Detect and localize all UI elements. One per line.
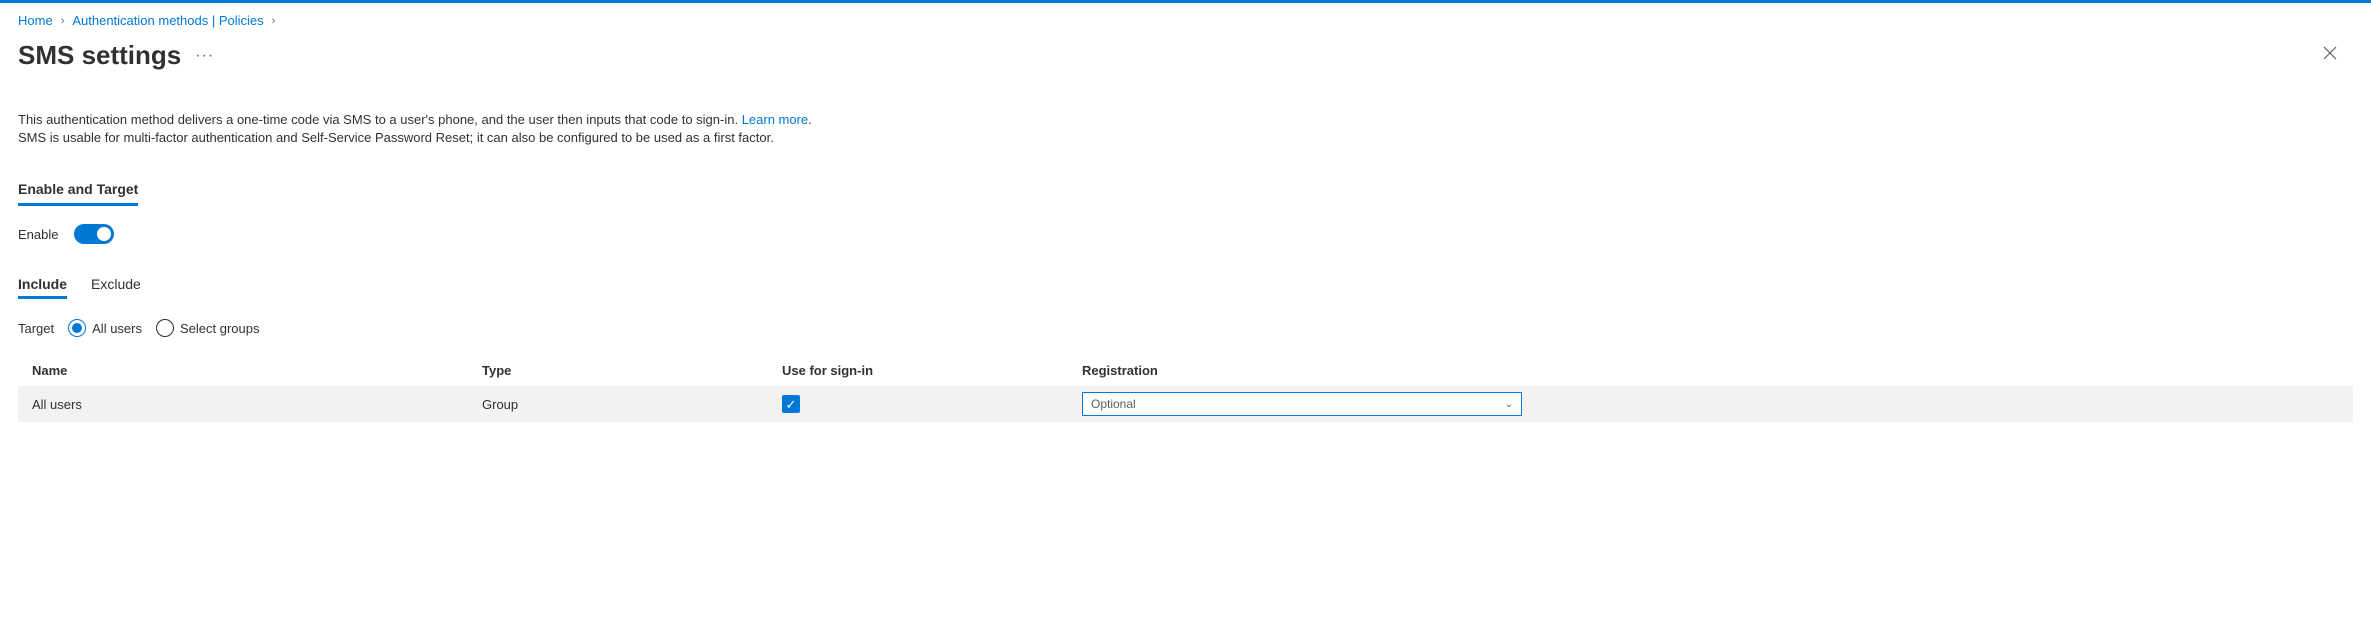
target-label: Target [18, 321, 54, 336]
chevron-down-icon: ⌄ [1505, 399, 1513, 410]
close-icon [2323, 46, 2337, 60]
chevron-right-icon: › [61, 15, 65, 27]
radio-icon [156, 319, 174, 337]
toggle-knob [97, 227, 111, 241]
breadcrumb-policies[interactable]: Authentication methods | Policies [72, 13, 263, 28]
radio-all-users[interactable]: All users [68, 319, 142, 337]
page-header: SMS settings ··· [18, 40, 2353, 71]
enable-toggle[interactable] [74, 224, 114, 244]
radio-all-users-label: All users [92, 321, 142, 336]
breadcrumb: Home › Authentication methods | Policies… [18, 13, 2353, 28]
grid-header-row: Name Type Use for sign-in Registration [18, 355, 2353, 386]
learn-more-link[interactable]: Learn more [742, 112, 808, 127]
radio-icon [68, 319, 86, 337]
col-header-registration[interactable]: Registration [1082, 363, 2339, 378]
description-line1b: . [808, 112, 812, 127]
enable-label: Enable [18, 227, 58, 242]
cell-registration: Optional ⌄ [1082, 392, 2339, 416]
tab-exclude[interactable]: Exclude [91, 272, 141, 299]
chevron-right-icon: › [272, 15, 276, 27]
tab-enable-and-target[interactable]: Enable and Target [18, 175, 138, 206]
primary-tabs: Enable and Target [18, 175, 2353, 206]
col-header-signin[interactable]: Use for sign-in [782, 363, 1082, 378]
close-button[interactable] [2317, 40, 2343, 71]
table-row: All users Group ✓ Optional ⌄ [18, 386, 2353, 422]
registration-dropdown[interactable]: Optional ⌄ [1082, 392, 1522, 416]
cell-signin: ✓ [782, 395, 1082, 413]
target-grid: Name Type Use for sign-in Registration A… [18, 355, 2353, 422]
description-line1a: This authentication method delivers a on… [18, 112, 742, 127]
signin-checkbox[interactable]: ✓ [782, 395, 800, 413]
description-text: This authentication method delivers a on… [18, 111, 2353, 147]
breadcrumb-home[interactable]: Home [18, 13, 53, 28]
radio-select-groups[interactable]: Select groups [156, 319, 260, 337]
more-actions-button[interactable]: ··· [195, 47, 214, 65]
dropdown-value: Optional [1091, 397, 1136, 411]
description-line2: SMS is usable for multi-factor authentic… [18, 129, 2353, 147]
enable-row: Enable [18, 224, 2353, 244]
check-icon: ✓ [786, 398, 797, 411]
include-exclude-tabs: Include Exclude [18, 272, 2353, 299]
target-row: Target All users Select groups [18, 319, 2353, 337]
cell-type: Group [482, 397, 782, 412]
tab-include[interactable]: Include [18, 272, 67, 299]
col-header-name[interactable]: Name [32, 363, 482, 378]
radio-select-groups-label: Select groups [180, 321, 260, 336]
col-header-type[interactable]: Type [482, 363, 782, 378]
cell-name: All users [32, 397, 482, 412]
page-title: SMS settings [18, 40, 181, 71]
